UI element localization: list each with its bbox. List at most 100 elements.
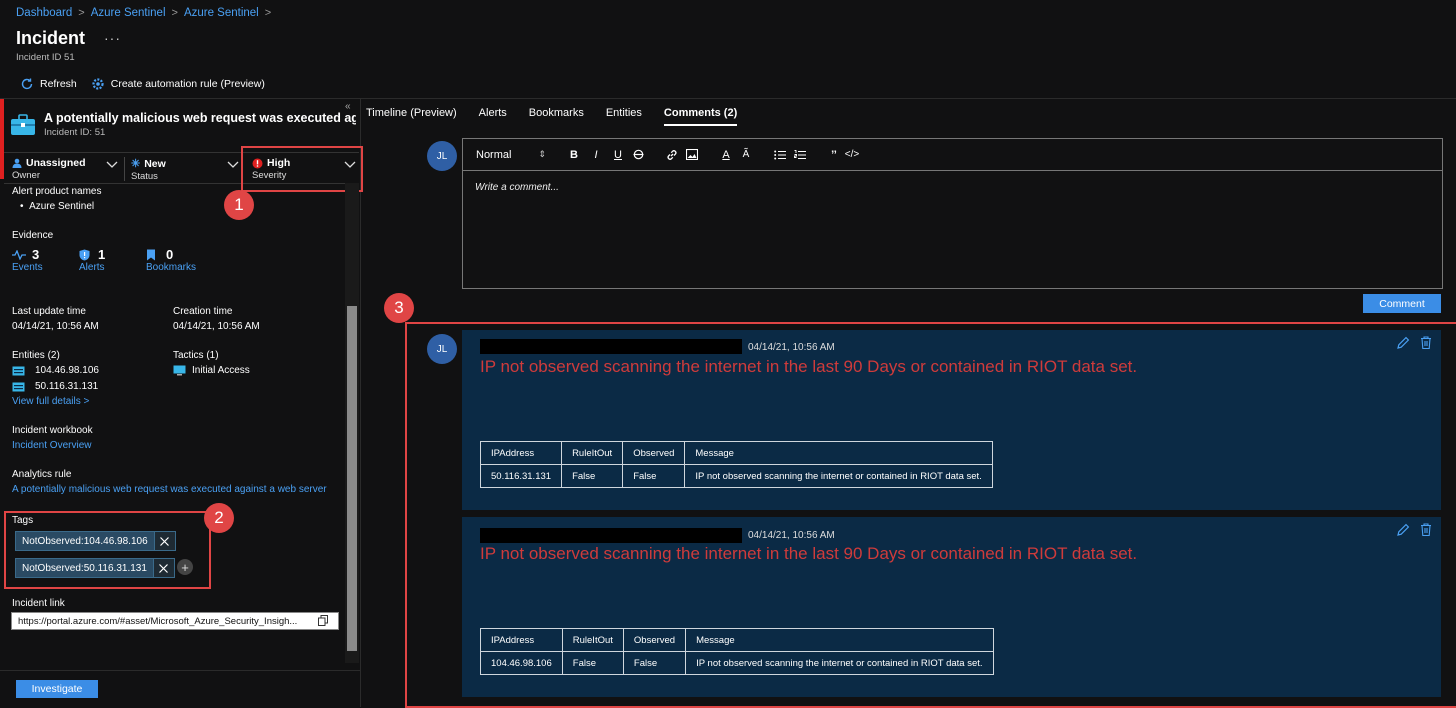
text-style-select[interactable]: Normal ⇕ xyxy=(476,149,546,161)
owner-value: Unassigned xyxy=(26,157,86,169)
command-bar: Refresh Create automation rule (Preview) xyxy=(20,77,265,91)
tab-comments[interactable]: Comments (2) xyxy=(663,107,738,126)
breadcrumb-separator: > xyxy=(171,7,178,19)
code-icon[interactable]: </> xyxy=(844,149,860,160)
status-dropdown[interactable]: ✳ New Status xyxy=(131,157,239,182)
evidence-events[interactable]: 3 Events xyxy=(12,247,43,273)
view-full-details-link[interactable]: View full details > xyxy=(12,396,89,407)
breadcrumb-item-azure-sentinel-2[interactable]: Azure Sentinel xyxy=(184,7,259,19)
incident-link-value: https://portal.azure.com/#asset/Microsof… xyxy=(18,615,298,627)
shield-icon xyxy=(79,249,90,260)
underline-icon[interactable]: U xyxy=(610,149,626,161)
alerts-count: 1 xyxy=(98,247,106,262)
highlight-color-icon[interactable]: Ã xyxy=(738,149,754,160)
page-subtitle: Incident ID 51 xyxy=(16,52,75,63)
comment-submit-button[interactable]: Comment xyxy=(1363,294,1441,313)
panel-footer-divider xyxy=(0,670,360,671)
table-header: Observed xyxy=(622,441,686,465)
comment-card: 04/14/21, 10:56 AM IP not observed scann… xyxy=(462,517,1441,697)
tactics-label: Tactics (1) xyxy=(173,350,219,361)
breadcrumb-item-dashboard[interactable]: Dashboard xyxy=(16,7,72,19)
editor-toolbar: Normal ⇕ B I U A Ã ’’ </> xyxy=(463,139,1442,171)
analytics-rule-link[interactable]: A potentially malicious web request was … xyxy=(12,484,327,495)
table-header-row: IPAddress RuleItOut Observed Message xyxy=(479,441,993,465)
comment-table: IPAddress RuleItOut Observed Message 50.… xyxy=(479,441,993,488)
entity-item[interactable]: 104.46.98.106 xyxy=(12,365,99,376)
evidence-bookmarks[interactable]: 0 Bookmarks xyxy=(146,247,196,273)
delete-trash-icon[interactable] xyxy=(1420,336,1432,349)
updown-icon: ⇕ xyxy=(538,149,546,159)
refresh-label: Refresh xyxy=(40,78,77,90)
table-header: Message xyxy=(684,441,993,465)
edit-pencil-icon[interactable] xyxy=(1397,523,1410,536)
scrollbar-thumb[interactable] xyxy=(347,306,357,651)
comment-text: IP not observed scanning the internet in… xyxy=(480,544,1138,563)
selector-divider xyxy=(124,157,125,181)
numbered-list-icon[interactable] xyxy=(792,149,808,160)
quote-icon[interactable]: ’’ xyxy=(826,149,842,161)
ip-icon xyxy=(12,366,25,375)
copy-icon[interactable] xyxy=(318,615,328,629)
redacted-author xyxy=(480,339,742,354)
edit-pencil-icon[interactable] xyxy=(1397,336,1410,349)
italic-icon[interactable]: I xyxy=(588,149,604,161)
bold-icon[interactable]: B xyxy=(566,149,582,161)
bookmark-icon xyxy=(147,249,155,260)
annotation-badge-1: 1 xyxy=(224,190,254,220)
person-icon xyxy=(12,158,22,168)
investigate-button[interactable]: Investigate xyxy=(16,680,98,698)
refresh-icon xyxy=(21,78,33,90)
table-cell: False xyxy=(622,651,687,675)
link-icon[interactable] xyxy=(664,149,680,161)
events-label: Events xyxy=(12,262,43,273)
comment-text: IP not observed scanning the internet in… xyxy=(480,357,1138,376)
entities-label: Entities (2) xyxy=(12,350,60,361)
comment-actions xyxy=(1397,336,1432,349)
annotation-badge-2: 2 xyxy=(204,503,234,533)
comment-card: 04/14/21, 10:56 AM IP not observed scann… xyxy=(462,330,1441,510)
incident-workbook-label: Incident workbook xyxy=(12,425,93,436)
strikethrough-icon[interactable] xyxy=(630,149,646,160)
breadcrumb-separator: > xyxy=(264,7,272,19)
chevron-down-icon xyxy=(106,160,118,172)
comment-placeholder[interactable]: Write a comment... xyxy=(475,182,559,193)
tab-bookmarks[interactable]: Bookmarks xyxy=(529,107,584,126)
status-label: Status xyxy=(131,171,158,182)
table-cell: 104.46.98.106 xyxy=(480,651,563,675)
automation-label: Create automation rule (Preview) xyxy=(110,78,265,90)
table-header: RuleItOut xyxy=(561,628,624,652)
owner-dropdown[interactable]: Unassigned Owner xyxy=(12,157,124,181)
last-update-label: Last update time xyxy=(12,306,86,317)
tab-alerts[interactable]: Alerts xyxy=(479,107,507,126)
create-automation-rule-button[interactable]: Create automation rule (Preview) xyxy=(91,77,265,91)
font-color-icon[interactable]: A xyxy=(718,149,734,161)
delete-trash-icon[interactable] xyxy=(1420,523,1432,536)
comment-table: IPAddress RuleItOut Observed Message 104… xyxy=(480,628,994,675)
tags-highlight-box xyxy=(4,511,211,589)
ip-icon xyxy=(12,382,25,391)
status-value: New xyxy=(144,157,166,170)
breadcrumb-item-azure-sentinel[interactable]: Azure Sentinel xyxy=(91,7,166,19)
image-icon[interactable] xyxy=(684,149,700,160)
tab-timeline[interactable]: Timeline (Preview) xyxy=(366,107,457,126)
entity-item[interactable]: 50.116.31.131 xyxy=(12,381,98,392)
tab-entities[interactable]: Entities xyxy=(606,107,642,126)
comment-timestamp: 04/14/21, 10:56 AM xyxy=(748,530,835,541)
refresh-button[interactable]: Refresh xyxy=(20,77,77,91)
bullet-list-icon[interactable] xyxy=(772,150,788,160)
last-update-value: 04/14/21, 10:56 AM xyxy=(12,321,99,332)
analytics-rule-label: Analytics rule xyxy=(12,469,72,480)
table-cell: IP not observed scanning the internet or… xyxy=(685,651,994,675)
creation-time-value: 04/14/21, 10:56 AM xyxy=(173,321,260,332)
more-options-button[interactable]: ··· xyxy=(104,30,121,46)
chevron-down-icon xyxy=(227,160,239,172)
pulse-icon xyxy=(12,249,26,260)
incident-overview-link[interactable]: Incident Overview xyxy=(12,440,91,451)
avatar: JL xyxy=(427,334,457,364)
evidence-alerts[interactable]: 1 Alerts xyxy=(79,247,105,273)
incident-link-field[interactable]: https://portal.azure.com/#asset/Microsof… xyxy=(11,612,339,630)
bookmarks-count: 0 xyxy=(166,247,174,262)
table-row: 50.116.31.131 False False IP not observe… xyxy=(479,464,993,488)
automation-gear-icon xyxy=(92,78,104,90)
table-header: IPAddress xyxy=(480,628,563,652)
